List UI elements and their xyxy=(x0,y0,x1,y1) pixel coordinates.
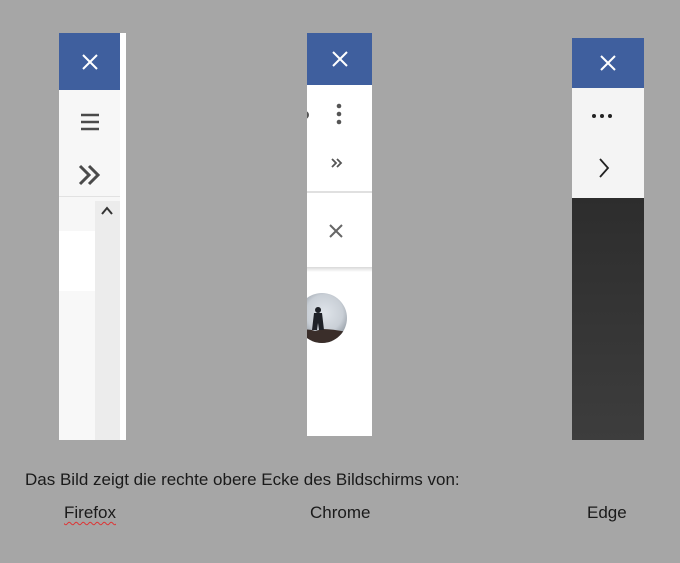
edge-close-button[interactable] xyxy=(572,38,644,88)
chrome-menu-button[interactable] xyxy=(327,99,351,129)
chrome-close-button[interactable] xyxy=(307,33,372,85)
label-firefox: Firefox xyxy=(64,503,116,522)
close-icon xyxy=(331,51,348,67)
chrome-panel-shadow xyxy=(307,267,372,272)
chrome-separator xyxy=(307,191,372,193)
firefox-screenshot xyxy=(59,33,126,440)
label-edge: Edge xyxy=(587,503,627,522)
avatar-image xyxy=(307,307,347,343)
chevron-up-icon xyxy=(101,206,113,215)
avatar[interactable] xyxy=(307,293,347,343)
close-icon xyxy=(600,55,616,71)
firefox-edge xyxy=(120,33,126,440)
partial-icon xyxy=(307,111,309,119)
hamburger-menu-icon xyxy=(80,113,99,131)
edge-screenshot xyxy=(572,38,644,440)
chevron-right-icon xyxy=(599,158,610,178)
firefox-menu-button[interactable] xyxy=(59,109,120,135)
label-chrome: Chrome xyxy=(310,503,371,522)
firefox-content xyxy=(59,291,95,440)
close-icon xyxy=(329,224,343,238)
vertical-dots-icon xyxy=(336,103,342,125)
firefox-scrollbar[interactable] xyxy=(95,201,120,440)
horizontal-dots-icon xyxy=(592,114,612,118)
edge-content xyxy=(572,198,644,440)
double-chevron-right-icon xyxy=(331,158,343,168)
firefox-close-button[interactable] xyxy=(59,33,120,90)
double-chevron-right-icon xyxy=(78,164,100,186)
close-icon xyxy=(81,53,98,70)
chrome-screenshot xyxy=(307,33,372,436)
firefox-overflow-button[interactable] xyxy=(59,161,120,189)
edge-menu-button[interactable] xyxy=(590,106,614,126)
edge-toolbar xyxy=(572,88,644,198)
firefox-separator xyxy=(59,196,120,197)
chrome-close-panel-button[interactable] xyxy=(324,219,348,243)
caption: Das Bild zeigt die rechte obere Ecke des… xyxy=(25,470,460,489)
edge-expand-button[interactable] xyxy=(592,156,616,180)
chrome-overflow-button[interactable] xyxy=(325,153,349,173)
